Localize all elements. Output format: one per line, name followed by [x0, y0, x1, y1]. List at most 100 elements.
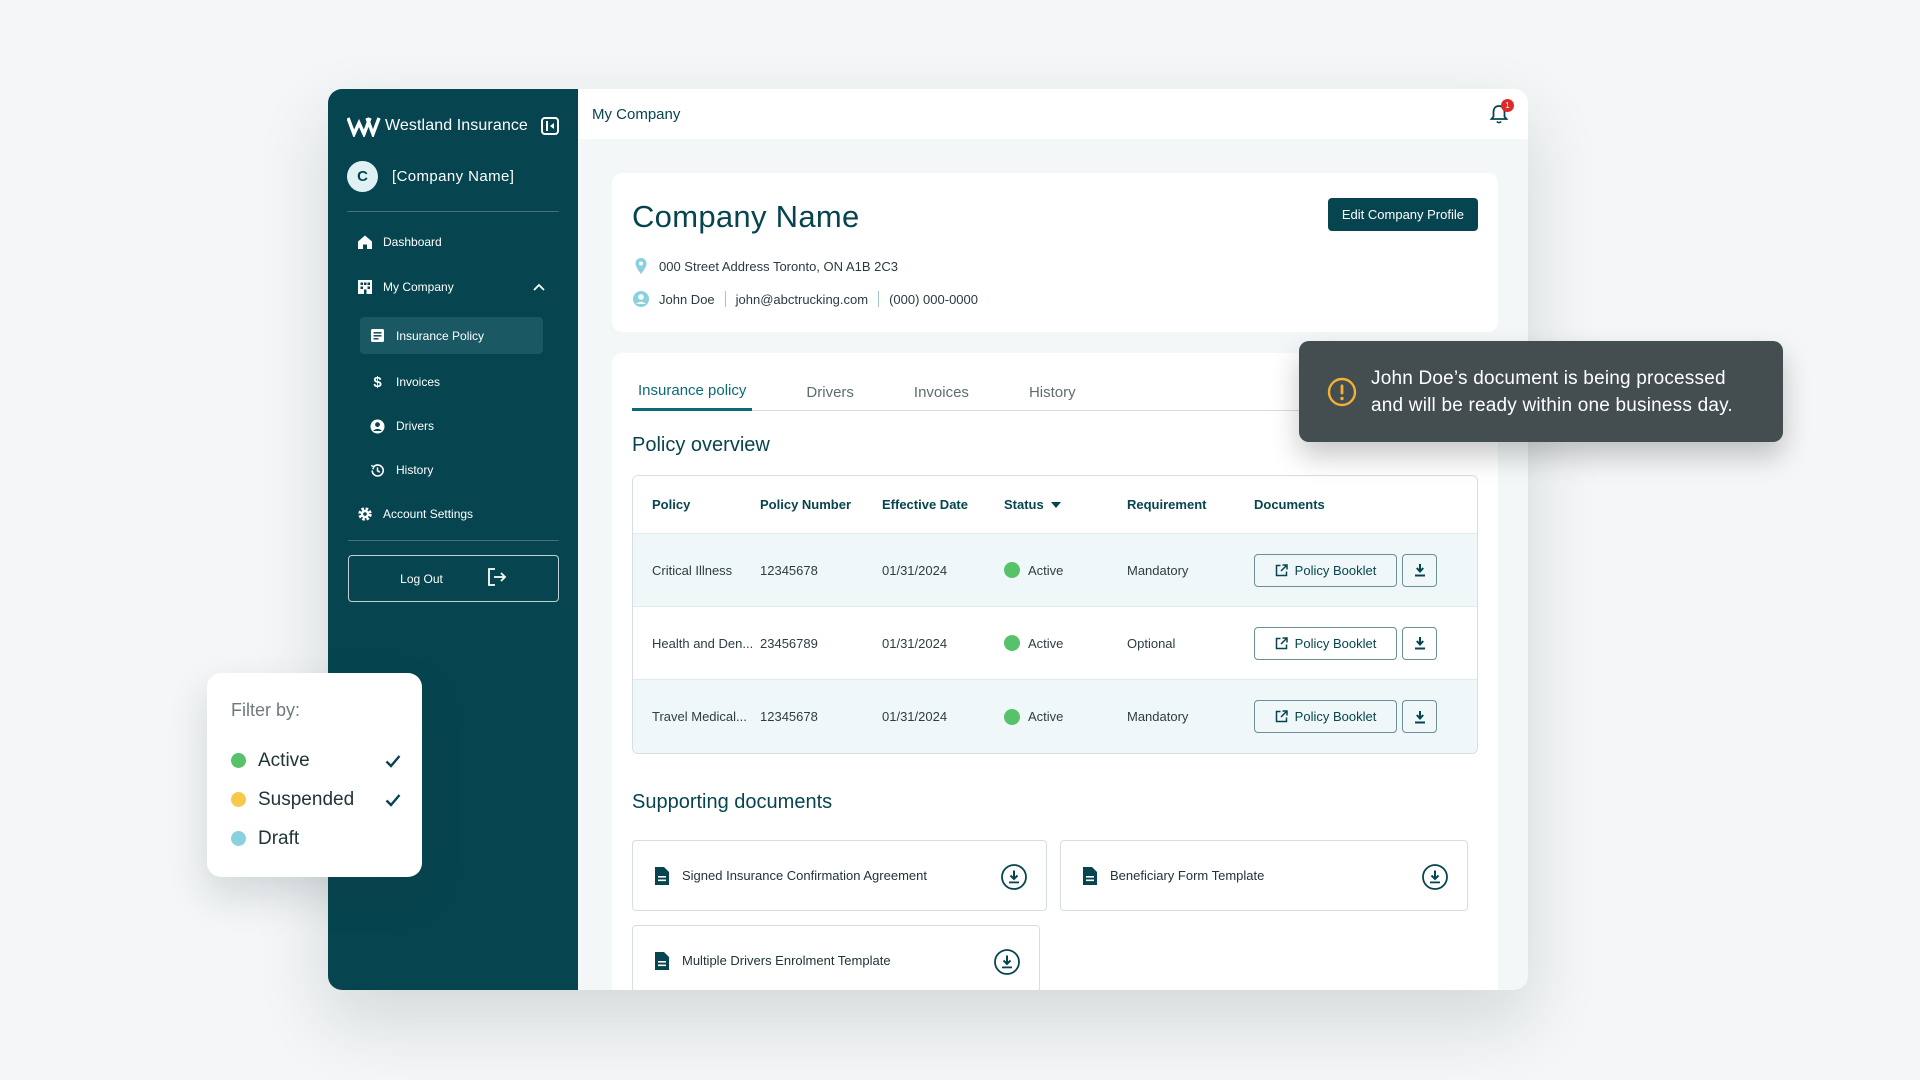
tab-drivers[interactable]: Drivers	[800, 373, 860, 411]
app-window: Westland Insurance C [Company Name] Dash…	[328, 89, 1528, 990]
header-policy: Policy	[652, 497, 691, 512]
brand-name: Westland Insurance	[385, 117, 528, 134]
filter-popover: Filter by: Active Suspended Draft	[207, 673, 422, 877]
cell-documents: Policy Booklet	[1254, 700, 1477, 733]
status-label: Active	[1028, 635, 1064, 651]
file-icon	[655, 866, 669, 885]
status-label: Active	[1028, 709, 1064, 724]
company-switcher[interactable]: C [Company Name]	[347, 160, 559, 192]
collapse-sidebar-icon[interactable]	[541, 117, 559, 135]
cell-documents: Policy Booklet	[1254, 553, 1477, 587]
download-circle-icon[interactable]	[1000, 863, 1028, 891]
company-address: 000 Street Address Toronto, ON A1B 2C3	[659, 258, 898, 274]
doc-label: Beneficiary Form Template	[1110, 868, 1265, 883]
tab-invoices[interactable]: Invoices	[908, 373, 975, 411]
policy-booklet-label: Policy Booklet	[1294, 562, 1377, 578]
caret-down-icon[interactable]	[1050, 501, 1061, 508]
external-link-icon	[1275, 636, 1288, 649]
header-status[interactable]: Status	[1004, 497, 1127, 512]
gear-icon	[356, 506, 373, 523]
logout-button[interactable]: Log Out	[348, 555, 559, 602]
tab-history[interactable]: History	[1023, 373, 1082, 411]
filter-option-label: Active	[258, 749, 310, 771]
policy-booklet-label: Policy Booklet	[1294, 635, 1377, 651]
policy-booklet-button[interactable]: Policy Booklet	[1254, 626, 1397, 660]
building-icon	[356, 279, 373, 296]
status-dot	[231, 753, 246, 768]
header-documents: Documents	[1254, 497, 1325, 512]
status-dot	[1004, 635, 1020, 651]
cell-policy-number: 23456789	[760, 635, 818, 651]
tab-insurance-policy[interactable]: Insurance policy	[632, 373, 753, 411]
policy-booklet-label: Policy Booklet	[1294, 709, 1377, 724]
file-icon	[1083, 866, 1097, 885]
checkmark-icon	[385, 754, 401, 768]
cell-status: Active	[1004, 635, 1127, 651]
download-button[interactable]	[1402, 626, 1437, 660]
toast-message: John Doe’s document is being processed a…	[1371, 365, 1733, 419]
status-dot	[231, 831, 246, 846]
sidebar-item-dashboard[interactable]: Dashboard	[347, 227, 559, 257]
sidebar-item-label: My Company	[383, 280, 454, 294]
filter-option-label: Suspended	[258, 788, 355, 810]
sidebar-item-label: Drivers	[396, 419, 434, 433]
download-icon	[1414, 710, 1425, 723]
company-name: [Company Name]	[392, 167, 515, 185]
brand: Westland Insurance	[347, 109, 559, 143]
contact-email[interactable]: john@abctrucking.com	[736, 292, 868, 307]
sidebar-item-history[interactable]: History	[347, 455, 559, 485]
download-icon	[1414, 564, 1425, 577]
filter-option-active[interactable]: Active	[231, 741, 422, 780]
policy-booklet-button[interactable]: Policy Booklet	[1254, 700, 1397, 733]
file-icon	[655, 951, 669, 970]
status-dot	[1004, 708, 1020, 725]
table-header: Policy Policy Number Effective Date Stat…	[633, 476, 1477, 534]
doc-label: Signed Insurance Confirmation Agreement	[682, 868, 927, 883]
sidebar-item-my-company[interactable]: My Company	[347, 272, 559, 302]
toast-line: John Doe’s document is being processed	[1371, 367, 1726, 389]
doc-label: Multiple Drivers Enrolment Template	[682, 953, 891, 968]
sidebar-item-drivers[interactable]: Drivers	[347, 411, 559, 441]
download-button[interactable]	[1402, 553, 1437, 587]
supporting-doc-item[interactable]: Multiple Drivers Enrolment Template	[632, 925, 1040, 990]
history-icon	[369, 462, 386, 479]
chevron-up-icon[interactable]	[533, 280, 545, 294]
header-effective-date: Effective Date	[882, 497, 968, 512]
sidebar-item-invoices[interactable]: $ Invoices	[347, 367, 559, 397]
status-dot	[1004, 562, 1020, 578]
sidebar-item-account-settings[interactable]: Account Settings	[347, 499, 559, 529]
home-icon	[356, 234, 373, 251]
download-circle-icon[interactable]	[1421, 863, 1449, 891]
company-title: Company Name	[632, 199, 860, 234]
filter-option-draft[interactable]: Draft	[231, 819, 422, 858]
table-row: Health and Den... 23456789 01/31/2024 Ac…	[633, 607, 1477, 680]
external-link-icon	[1275, 710, 1288, 723]
table-row: Travel Medical... 12345678 01/31/2024 Ac…	[633, 680, 1477, 753]
sidebar-item-label: Insurance Policy	[396, 328, 485, 343]
checkmark-icon	[385, 793, 401, 807]
edit-company-profile-button[interactable]: Edit Company Profile	[1327, 198, 1478, 231]
sidebar-item-label: Dashboard	[383, 235, 442, 249]
policy-booklet-button[interactable]: Policy Booklet	[1254, 553, 1397, 587]
supporting-doc-item[interactable]: Beneficiary Form Template	[1060, 840, 1468, 911]
sidebar-item-insurance-policy[interactable]: Insurance Policy	[360, 317, 543, 354]
cell-status: Active	[1004, 562, 1127, 578]
policy-table: Policy Policy Number Effective Date Stat…	[632, 475, 1478, 754]
status-label: Active	[1028, 562, 1064, 578]
company-avatar: C	[347, 160, 378, 192]
address-row: 000 Street Address Toronto, ON A1B 2C3	[632, 257, 898, 275]
filter-option-suspended[interactable]: Suspended	[231, 780, 422, 819]
user-icon	[633, 291, 649, 307]
topbar: My Company	[578, 89, 1528, 139]
sidebar-divider	[347, 211, 559, 212]
main-content: My Company 1 Company Name Edit Company P…	[578, 89, 1528, 990]
logout-label: Log Out	[400, 571, 443, 586]
download-circle-icon[interactable]	[993, 948, 1021, 976]
supporting-doc-item[interactable]: Signed Insurance Confirmation Agreement	[632, 840, 1047, 911]
cell-requirement: Optional	[1127, 635, 1176, 651]
status-dot	[231, 792, 246, 807]
contact-row: John Doe john@abctrucking.com (000) 000-…	[632, 290, 978, 308]
download-button[interactable]	[1402, 700, 1437, 733]
contact-name: John Doe	[659, 291, 715, 307]
policy-card: Insurance policy Drivers Invoices Histor…	[612, 353, 1498, 990]
